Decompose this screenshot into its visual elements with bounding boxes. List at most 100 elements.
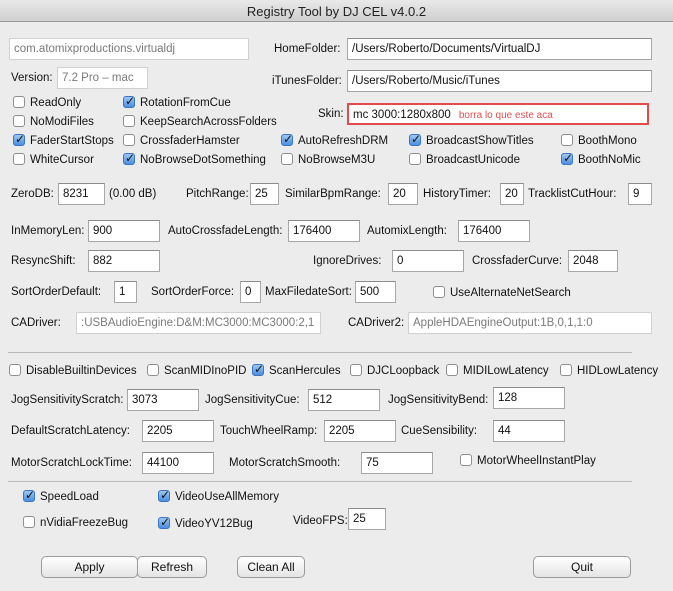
refresh-button[interactable]: Refresh: [137, 556, 207, 578]
checkbox-label: NoBrowseDotSomething: [140, 154, 266, 166]
nvidia-freeze-checkbox[interactable]: nVidiaFreezeBug: [23, 515, 128, 531]
crossfader-curve-field[interactable]: 2048: [568, 250, 618, 272]
auto-crossfade-field[interactable]: 176400: [288, 220, 360, 242]
ignore-drives-field[interactable]: 0: [392, 250, 464, 272]
broadcast-unicode-checkbox[interactable]: BroadcastUnicode: [409, 152, 520, 168]
similar-bpm-field[interactable]: 20: [388, 183, 418, 205]
resync-field[interactable]: 882: [88, 250, 160, 272]
tracklist-cut-field[interactable]: 9: [628, 183, 652, 205]
scan-midi-no-pid-checkbox[interactable]: ScanMIDInoPID: [147, 363, 246, 379]
clean-all-button[interactable]: Clean All: [237, 556, 305, 578]
sort-default-field[interactable]: 1: [114, 281, 137, 303]
checkbox-label: VideoUseAllMemory: [175, 491, 279, 503]
sort-default-label: SortOrderDefault:: [11, 286, 102, 298]
checkbox-label: BoothNoMic: [578, 154, 641, 166]
bundle-id-field[interactable]: com.atomixproductions.virtualdj: [9, 38, 249, 60]
white-cursor-checkbox[interactable]: WhiteCursor: [13, 152, 94, 168]
no-browse-m3u-checkbox[interactable]: NoBrowseM3U: [281, 152, 375, 168]
history-timer-field[interactable]: 20: [500, 183, 524, 205]
booth-no-mic-checkbox[interactable]: BoothNoMic: [561, 150, 641, 168]
disable-builtin-checkbox[interactable]: DisableBuiltinDevices: [9, 363, 137, 379]
checkbox-box: [123, 115, 135, 127]
apply-button[interactable]: Apply: [41, 556, 138, 578]
checkbox-label: AutoRefreshDRM: [298, 135, 389, 147]
motor-wheel-instant-checkbox[interactable]: MotorWheelInstantPlay: [460, 453, 596, 469]
video-use-all-memory-checkbox[interactable]: VideoUseAllMemory: [158, 487, 279, 505]
hid-low-latency-checkbox[interactable]: HIDLowLatency: [560, 363, 658, 379]
checkbox-box-checked: [281, 131, 293, 147]
scan-hercules-checkbox[interactable]: ScanHercules: [252, 361, 341, 379]
fader-start-stops-checkbox[interactable]: FaderStartStops: [13, 131, 114, 149]
checkbox-box-checked: [13, 131, 25, 147]
default-scratch-field[interactable]: 2205: [142, 420, 214, 442]
cadriver2-label: CADriver2:: [348, 317, 405, 329]
use-alt-net-search-checkbox[interactable]: UseAlternateNetSearch: [433, 285, 571, 301]
automix-field[interactable]: 176400: [458, 220, 530, 242]
skin-field[interactable]: mc 3000:1280x800 borra lo que este aca: [347, 103, 649, 125]
version-label: Version:: [11, 72, 53, 84]
home-folder-field[interactable]: /Users/Roberto/Documents/VirtualDJ: [347, 38, 652, 60]
jog-scratch-label: JogSensitivityScratch:: [11, 394, 124, 406]
video-fps-field[interactable]: 25: [348, 508, 386, 530]
checkbox-box-checked: [23, 487, 35, 503]
booth-mono-checkbox[interactable]: BoothMono: [561, 133, 637, 149]
resync-label: ResyncShift:: [11, 255, 76, 267]
similar-bpm-label: SimilarBpmRange:: [285, 188, 381, 200]
checkbox-box: [123, 134, 135, 146]
checkbox-box-checked: [561, 150, 573, 166]
jog-bend-field[interactable]: 128: [493, 387, 565, 409]
sort-force-label: SortOrderForce:: [151, 286, 235, 298]
checkbox-label: BroadcastUnicode: [426, 154, 520, 166]
speed-load-checkbox[interactable]: SpeedLoad: [23, 487, 99, 505]
jog-bend-label: JogSensitivityBend:: [388, 394, 489, 406]
touch-wheel-label: TouchWheelRamp:: [220, 425, 318, 437]
checkbox-box: [409, 153, 421, 165]
checkbox-label: DisableBuiltinDevices: [26, 365, 137, 377]
djc-loopback-checkbox[interactable]: DJCLoopback: [350, 363, 439, 379]
checkbox-label: MIDILowLatency: [463, 365, 549, 377]
cadriver-field[interactable]: :USBAudioEngine:D&M:MC3000:MC3000:2,1: [76, 312, 321, 334]
keep-search-checkbox[interactable]: KeepSearchAcrossFolders: [123, 114, 277, 130]
readonly-checkbox[interactable]: ReadOnly: [13, 95, 81, 111]
video-yv12-checkbox[interactable]: VideoYV12Bug: [158, 514, 253, 532]
sort-force-field[interactable]: 0: [240, 281, 261, 303]
window-title: Registry Tool by DJ CEL v4.0.2: [246, 4, 427, 19]
jog-scratch-field[interactable]: 3073: [127, 389, 199, 411]
checkbox-label: FaderStartStops: [30, 135, 114, 147]
cue-sens-field[interactable]: 44: [493, 420, 565, 442]
broadcast-show-titles-checkbox[interactable]: BroadcastShowTitles: [409, 131, 534, 149]
motor-lock-field[interactable]: 44100: [142, 452, 214, 474]
zerodb-db-readout: (0.00 dB): [109, 188, 157, 200]
checkbox-box: [350, 364, 362, 376]
checkbox-box-checked: [123, 150, 135, 166]
no-browse-dot-checkbox[interactable]: NoBrowseDotSomething: [123, 150, 266, 168]
checkbox-box: [23, 516, 35, 528]
motor-smooth-field[interactable]: 75: [361, 452, 433, 474]
history-timer-label: HistoryTimer:: [423, 188, 491, 200]
checkbox-label: VideoYV12Bug: [175, 518, 253, 530]
zerodb-field[interactable]: 8231: [58, 183, 105, 205]
pitch-range-field[interactable]: 25: [250, 183, 279, 205]
touch-wheel-field[interactable]: 2205: [324, 420, 396, 442]
checkbox-label: ScanMIDInoPID: [164, 365, 247, 377]
checkbox-box: [560, 364, 572, 376]
checkbox-label: BoothMono: [578, 135, 637, 147]
midi-low-latency-checkbox[interactable]: MIDILowLatency: [446, 363, 549, 379]
checkbox-box-checked: [252, 361, 264, 377]
crossfader-hamster-checkbox[interactable]: CrossfaderHamster: [123, 133, 240, 149]
max-filedate-field[interactable]: 500: [355, 281, 396, 303]
cadriver2-field[interactable]: AppleHDAEngineOutput:1B,0,1,1:0: [408, 312, 652, 334]
itunes-folder-field[interactable]: /Users/Roberto/Music/iTunes: [347, 70, 652, 92]
auto-refresh-drm-checkbox[interactable]: AutoRefreshDRM: [281, 131, 389, 149]
rotation-from-cue-checkbox[interactable]: RotationFromCue: [123, 93, 231, 111]
tracklist-cut-label: TracklistCutHour:: [528, 188, 617, 200]
quit-button[interactable]: Quit: [533, 556, 631, 578]
checkbox-label: UseAlternateNetSearch: [450, 287, 571, 299]
checkbox-box: [9, 364, 21, 376]
inmemory-field[interactable]: 900: [88, 220, 160, 242]
default-scratch-label: DefaultScratchLatency:: [11, 425, 130, 437]
jog-cue-field[interactable]: 512: [308, 389, 380, 411]
nomodifiles-checkbox[interactable]: NoModiFiles: [13, 114, 94, 130]
version-field[interactable]: 7.2 Pro – mac: [57, 67, 148, 89]
home-folder-label: HomeFolder:: [274, 43, 341, 55]
